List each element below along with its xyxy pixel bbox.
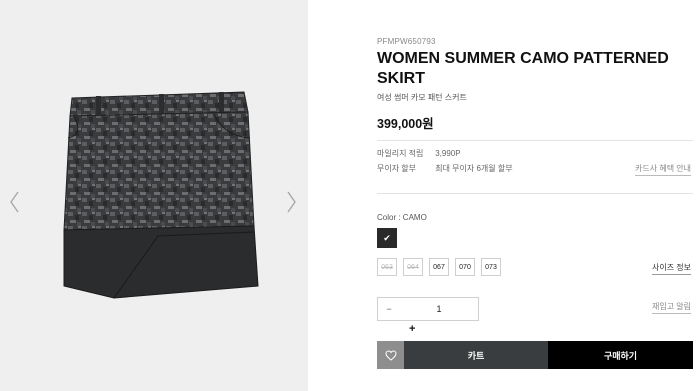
size-option[interactable]: 063 (377, 258, 397, 276)
size-option[interactable]: 070 (455, 258, 475, 276)
purchase-actions: 카트 구매하기 (377, 341, 693, 369)
installment-row: 무이자 할부 최대 무이자 6개월 할부 (377, 163, 513, 174)
mileage-row: 마일리지 적립 3,990P (377, 148, 461, 159)
quantity-value[interactable]: 1 (400, 304, 478, 314)
quantity-stepper: − 1 (377, 297, 479, 321)
quantity-minus-button[interactable]: − (378, 304, 400, 314)
add-to-cart-button[interactable]: 카트 (404, 341, 548, 369)
size-option[interactable]: 064 (403, 258, 423, 276)
buy-now-button[interactable]: 구매하기 (548, 341, 693, 369)
card-benefit-link[interactable]: 카드사 혜택 안내 (635, 163, 691, 176)
product-info-panel: PFMPW650793 WOMEN SUMMER CAMO PATTERNED … (377, 0, 693, 391)
size-option[interactable]: 073 (481, 258, 501, 276)
mileage-value: 3,990P (435, 149, 461, 158)
size-option[interactable]: 067 (429, 258, 449, 276)
product-price: 399,000원 (377, 117, 434, 131)
size-options: 063 064 067 070 073 (377, 258, 501, 276)
product-sku: PFMPW650793 (377, 37, 436, 46)
mileage-label: 마일리지 적립 (377, 149, 424, 158)
check-icon: ✔ (383, 232, 391, 243)
product-image (63, 91, 259, 299)
installment-value: 최대 무이자 6개월 할부 (435, 164, 513, 173)
color-label: Color : CAMO (377, 213, 427, 222)
installment-label: 무이자 할부 (377, 164, 417, 173)
size-guide-link[interactable]: 사이즈 정보 (651, 262, 691, 275)
wishlist-button[interactable] (377, 341, 404, 369)
divider (377, 193, 693, 194)
heart-icon (384, 349, 397, 361)
chevron-left-icon[interactable] (8, 190, 22, 214)
restock-alert-link[interactable]: 재입고 알림 (651, 301, 691, 314)
chevron-right-icon[interactable] (284, 190, 298, 214)
product-title: WOMEN SUMMER CAMO PATTERNED SKIRT (377, 50, 669, 87)
product-subtitle: 여성 썸머 카모 패턴 스커트 (377, 93, 467, 102)
divider (377, 140, 693, 141)
product-gallery (0, 0, 308, 391)
color-swatch-camo[interactable]: ✔ (377, 228, 397, 248)
quantity-plus-button[interactable]: + (409, 323, 415, 335)
